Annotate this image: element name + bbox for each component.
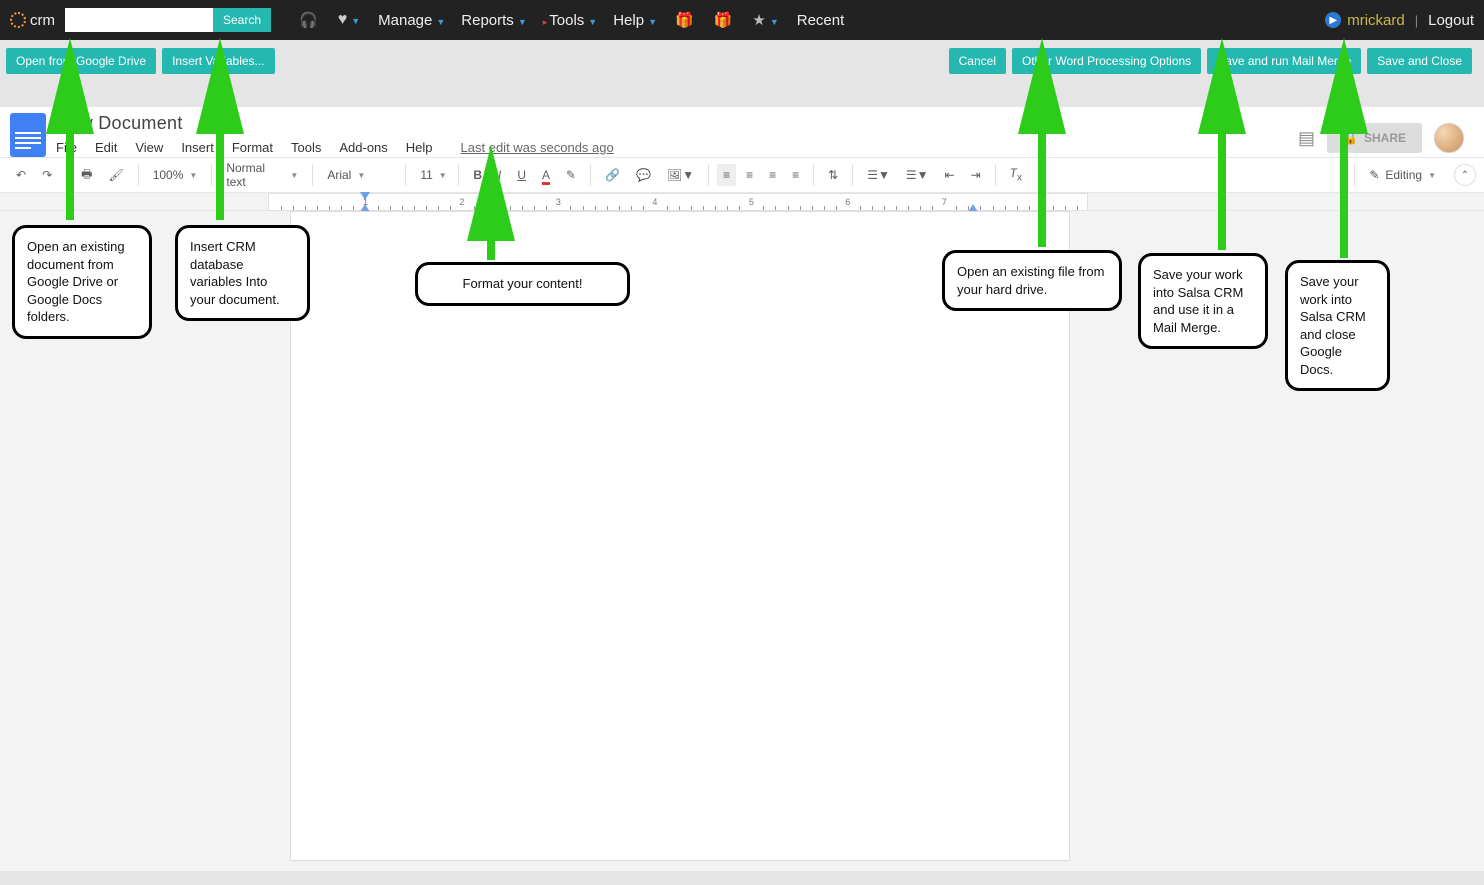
underline-icon[interactable]: U bbox=[511, 164, 532, 186]
crm-top-nav: crm Search 🎧 ♥▼ Manage▼ Reports▼ ▸Tools▼… bbox=[0, 0, 1484, 40]
star-doc-icon[interactable]: ☆ bbox=[197, 115, 210, 132]
style-dropdown[interactable]: Normal text▼ bbox=[218, 157, 306, 193]
zoom-dropdown[interactable]: 100%▼ bbox=[145, 164, 206, 186]
save-close-button[interactable]: Save and Close bbox=[1367, 48, 1472, 74]
user-avatar-icon: ▶ bbox=[1325, 12, 1341, 28]
align-center-icon[interactable]: ≡ bbox=[740, 164, 759, 186]
menu-format[interactable]: Format bbox=[232, 140, 273, 155]
docs-frame: New Document ☆ 📁 File Edit View Insert F… bbox=[0, 107, 1484, 871]
menu-tools[interactable]: ▸Tools▼ bbox=[543, 12, 597, 29]
gift-icon-2[interactable]: 🎁 bbox=[714, 11, 733, 29]
menu-reports[interactable]: Reports▼ bbox=[461, 12, 526, 29]
nav-separator: | bbox=[1415, 13, 1418, 28]
paint-format-icon[interactable]: 🖌 bbox=[102, 164, 129, 186]
star-icon[interactable]: ★▼ bbox=[752, 11, 778, 29]
search-button[interactable]: Search bbox=[213, 8, 271, 32]
mode-dropdown[interactable]: ✎ Editing▼ bbox=[1361, 164, 1444, 186]
crm-logo-icon bbox=[10, 12, 26, 28]
save-mail-merge-button[interactable]: Save and run Mail Merge bbox=[1207, 48, 1361, 74]
cancel-button[interactable]: Cancel bbox=[949, 48, 1006, 74]
pencil-icon: ✎ bbox=[1369, 168, 1379, 182]
bold-icon[interactable]: B bbox=[467, 164, 488, 186]
highlight-icon[interactable]: ✎ bbox=[560, 164, 582, 186]
document-page[interactable] bbox=[290, 211, 1070, 861]
docs-header: New Document ☆ 📁 File Edit View Insert F… bbox=[0, 107, 1484, 157]
lock-icon: 🔒 bbox=[1343, 131, 1358, 145]
other-options-button[interactable]: Other Word Processing Options bbox=[1012, 48, 1201, 74]
docs-menu-bar: File Edit View Insert Format Tools Add-o… bbox=[56, 140, 614, 155]
menu-addons[interactable]: Add-ons bbox=[339, 140, 387, 155]
numbered-list-icon[interactable]: ☰▼ bbox=[861, 164, 896, 186]
logout-link[interactable]: Logout bbox=[1428, 12, 1474, 29]
folder-icon[interactable]: 📁 bbox=[223, 114, 243, 134]
page-area bbox=[0, 211, 1484, 871]
doc-title[interactable]: New Document bbox=[56, 113, 183, 134]
align-justify-icon[interactable]: ≡ bbox=[786, 164, 805, 186]
comment-add-icon[interactable]: 💬 bbox=[630, 164, 657, 186]
menu-tools-docs[interactable]: Tools bbox=[291, 140, 321, 155]
clear-format-icon[interactable]: Tx bbox=[1004, 162, 1028, 187]
menu-edit[interactable]: Edit bbox=[95, 140, 117, 155]
collapse-toolbar-icon[interactable]: ⌃ bbox=[1454, 164, 1476, 186]
link-icon[interactable]: 🔗 bbox=[599, 164, 626, 186]
menu-view[interactable]: View bbox=[135, 140, 163, 155]
comments-icon[interactable]: ▤ bbox=[1298, 128, 1315, 149]
share-button[interactable]: 🔒 SHARE bbox=[1327, 123, 1422, 153]
menu-help[interactable]: Help▼ bbox=[613, 12, 657, 29]
ruler-area: 1234567 bbox=[0, 193, 1484, 211]
undo-icon[interactable]: ↶ bbox=[10, 164, 32, 186]
menu-manage[interactable]: Manage▼ bbox=[378, 12, 445, 29]
line-spacing-icon[interactable]: ⇅ bbox=[822, 164, 844, 186]
align-right-icon[interactable]: ≡ bbox=[763, 164, 782, 186]
open-from-drive-button[interactable]: Open from Google Drive bbox=[6, 48, 156, 74]
font-dropdown[interactable]: Arial▼ bbox=[319, 164, 399, 186]
profile-avatar[interactable] bbox=[1434, 123, 1464, 153]
italic-icon[interactable]: I bbox=[492, 164, 507, 186]
docs-toolbar: ↶ ↷ 🖶 🖌 100%▼ Normal text▼ Arial▼ 11▼ B … bbox=[0, 157, 1484, 193]
search-wrap: Search bbox=[65, 8, 271, 32]
crm-logo[interactable]: crm bbox=[10, 12, 55, 29]
last-edit-text[interactable]: Last edit was seconds ago bbox=[461, 140, 614, 155]
gift-icon[interactable]: 🎁 bbox=[675, 11, 694, 29]
menu-insert[interactable]: Insert bbox=[181, 140, 214, 155]
heart-icon[interactable]: ♥▼ bbox=[338, 11, 360, 29]
image-icon[interactable]: 🖼▼ bbox=[661, 164, 700, 186]
align-left-icon[interactable]: ≡ bbox=[717, 164, 736, 186]
menu-file[interactable]: File bbox=[56, 140, 77, 155]
text-color-icon[interactable]: A bbox=[536, 164, 556, 186]
username[interactable]: mrickard bbox=[1347, 12, 1405, 29]
menu-recent[interactable]: Recent bbox=[797, 12, 845, 29]
redo-icon[interactable]: ↷ bbox=[36, 164, 58, 186]
menu-help-docs[interactable]: Help bbox=[406, 140, 433, 155]
ruler[interactable]: 1234567 bbox=[268, 193, 1088, 211]
docs-logo-icon[interactable] bbox=[10, 113, 46, 157]
headphones-icon[interactable]: 🎧 bbox=[299, 11, 318, 29]
search-input[interactable] bbox=[65, 8, 213, 32]
fontsize-dropdown[interactable]: 11▼ bbox=[412, 164, 452, 186]
bulleted-list-icon[interactable]: ☰▼ bbox=[900, 164, 935, 186]
insert-variables-button[interactable]: Insert Variables... bbox=[162, 48, 274, 74]
action-bar: Open from Google Drive Insert Variables.… bbox=[0, 40, 1484, 82]
indent-increase-icon[interactable]: ⇥ bbox=[965, 164, 987, 186]
indent-decrease-icon[interactable]: ⇤ bbox=[939, 164, 961, 186]
print-icon[interactable]: 🖶 bbox=[75, 161, 98, 190]
crm-brand-text: crm bbox=[30, 12, 55, 29]
